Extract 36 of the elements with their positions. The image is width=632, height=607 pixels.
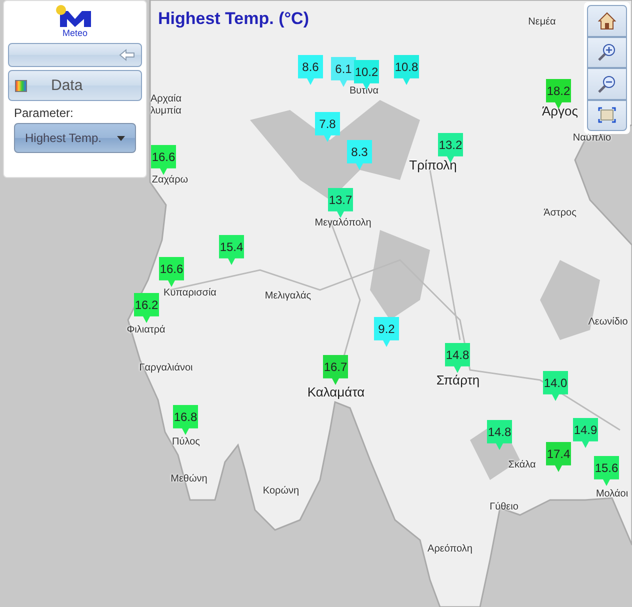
place-label: Κορώνη xyxy=(262,486,300,496)
place-label: Ναύπλιο xyxy=(572,132,612,144)
color-scale-icon xyxy=(15,80,27,92)
full-extent-icon xyxy=(598,107,616,124)
place-label: Αρχαία xyxy=(150,94,182,104)
zoom-out-button[interactable] xyxy=(587,68,627,100)
place-label: Μολάοι xyxy=(596,488,628,500)
place-label: Ζαχάρω xyxy=(152,174,188,186)
place-label: Αρεόπολη xyxy=(428,544,472,554)
place-label: Νεμέα xyxy=(528,16,556,28)
home-button[interactable] xyxy=(587,5,627,36)
zoom-in-icon xyxy=(598,43,616,62)
place-label: λυμπία xyxy=(150,106,182,116)
place-label: Κυπαρισσία xyxy=(164,288,216,298)
caret-icon xyxy=(117,136,125,140)
zoom-out-icon xyxy=(598,74,616,93)
arrow-left-icon xyxy=(119,49,135,61)
house-icon xyxy=(598,12,616,30)
place-label: Καλαμάτα xyxy=(307,384,365,400)
data-button[interactable]: Data xyxy=(8,70,142,101)
place-label: Γαργαλιάνοι xyxy=(139,362,193,374)
place-label: Φιλιατρά xyxy=(126,324,166,336)
place-label: Σκάλα xyxy=(508,460,536,470)
zoom-in-button[interactable] xyxy=(587,36,627,68)
map-title: Highest Temp. (°C) xyxy=(158,9,309,29)
place-label: Μεγαλόπολη xyxy=(314,218,372,228)
place-label: Γύθειο xyxy=(490,502,518,512)
logo-text: Meteo xyxy=(62,28,88,38)
place-label: Λεωνίδιο xyxy=(588,316,628,328)
place-label: Πύλος xyxy=(172,436,200,448)
place-label: Σπάρτη xyxy=(436,372,480,388)
place-label: Άστρος xyxy=(544,208,576,218)
place-label: Μελιγαλάς xyxy=(264,290,312,302)
parameter-dropdown[interactable]: Highest Temp. xyxy=(14,123,136,153)
parameter-label: Parameter: xyxy=(14,106,74,120)
place-label: Μεθώνη xyxy=(170,474,208,484)
